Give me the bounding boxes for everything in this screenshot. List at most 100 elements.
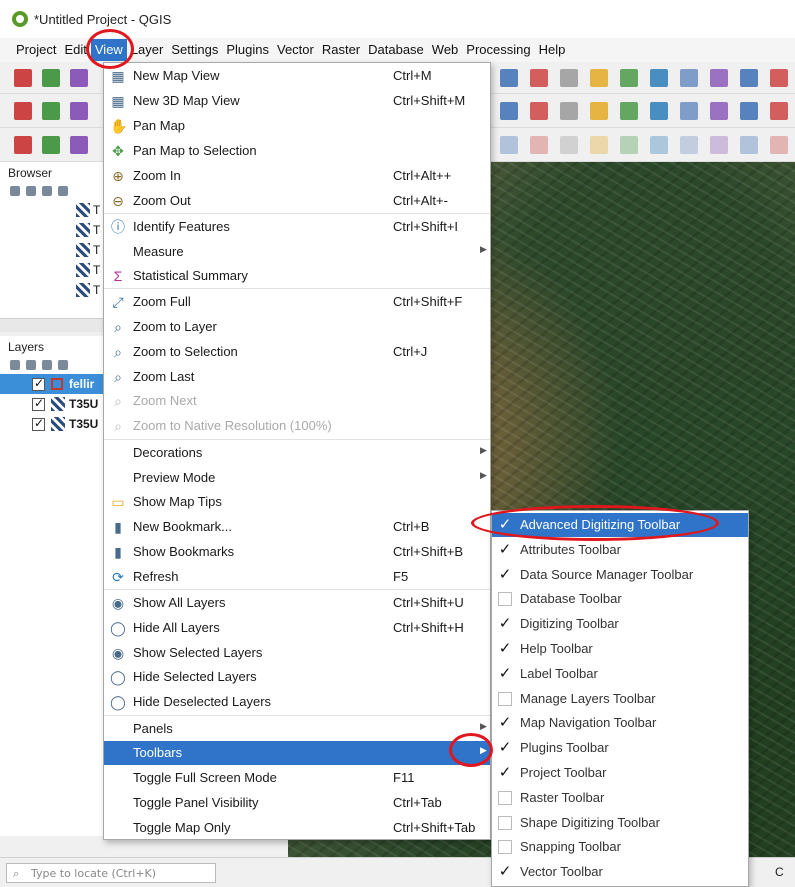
menu-web[interactable]: Web <box>428 39 463 61</box>
toolbar-toggle-database-toolbar[interactable]: Database Toolbar <box>492 587 748 611</box>
toolbar-checkbox[interactable]: ✓ <box>498 765 512 780</box>
toolbar-button-icon[interactable] <box>620 136 638 154</box>
toolbar-button-icon[interactable] <box>740 69 758 87</box>
toolbar-button-icon[interactable] <box>710 136 728 154</box>
view-menu-item-zoom-full[interactable]: ⤢ Zoom Full Ctrl+Shift+F <box>104 290 490 314</box>
view-menu-item-toggle-panel-visibility[interactable]: Toggle Panel Visibility Ctrl+Tab <box>104 791 490 815</box>
toolbar-button-icon[interactable] <box>530 69 548 87</box>
toolbar-button-icon[interactable] <box>530 136 548 154</box>
toolbar-button-icon[interactable] <box>590 69 608 87</box>
view-menu-item-hide-selected-layers[interactable]: ◯ Hide Selected Layers <box>104 665 490 689</box>
toolbar-button-icon[interactable] <box>70 69 88 87</box>
view-menu-item-new-map-view[interactable]: ▦ New Map View Ctrl+M <box>104 64 490 88</box>
toolbar-button-icon[interactable] <box>650 136 668 154</box>
view-menu-item-zoom-to-layer[interactable]: ⌕ Zoom to Layer <box>104 315 490 339</box>
view-menu-item-new-3d-map-view[interactable]: ▦ New 3D Map View Ctrl+Shift+M <box>104 89 490 113</box>
view-menu-item-measure[interactable]: Measure ▶ <box>104 240 490 264</box>
browser-tree-item[interactable]: T <box>0 240 104 260</box>
view-menu-item-show-bookmarks[interactable]: ▮ Show Bookmarks Ctrl+Shift+B <box>104 540 490 564</box>
menu-settings[interactable]: Settings <box>167 39 222 61</box>
toolbar-toggle-project-toolbar[interactable]: ✓ Project Toolbar <box>492 761 748 785</box>
layer-visibility-checkbox[interactable] <box>32 376 45 391</box>
visibility-icon[interactable] <box>42 360 52 370</box>
layer-row[interactable]: T35U <box>0 414 104 434</box>
view-menu-item-toggle-map-only[interactable]: Toggle Map Only Ctrl+Shift+Tab <box>104 816 490 840</box>
view-menu-item-new-bookmark[interactable]: ▮ New Bookmark... Ctrl+B <box>104 515 490 539</box>
view-menu-item-show-all-layers[interactable]: ◉ Show All Layers Ctrl+Shift+U <box>104 591 490 615</box>
menu-raster[interactable]: Raster <box>318 39 364 61</box>
view-menu-item-pan-map[interactable]: ✋ Pan Map <box>104 114 490 138</box>
toolbar-button-icon[interactable] <box>770 136 788 154</box>
toolbar-button-icon[interactable] <box>70 102 88 120</box>
view-menu-item-refresh[interactable]: ⟳ Refresh F5 <box>104 565 490 589</box>
menu-help[interactable]: Help <box>535 39 570 61</box>
view-menu-item-decorations[interactable]: Decorations ▶ <box>104 441 490 465</box>
view-menu-item-zoom-to-selection[interactable]: ⌕ Zoom to Selection Ctrl+J <box>104 340 490 364</box>
toolbar-button-icon[interactable] <box>42 69 60 87</box>
toolbar-button-icon[interactable] <box>620 69 638 87</box>
toolbar-checkbox[interactable] <box>498 592 512 607</box>
toolbar-checkbox[interactable] <box>498 840 512 855</box>
toolbar-checkbox[interactable] <box>498 790 512 805</box>
browser-tree-item[interactable]: T <box>0 280 104 300</box>
view-menu-item-identify-features[interactable]: ⓘ Identify Features Ctrl+Shift+I <box>104 215 490 239</box>
add-group-icon[interactable] <box>26 360 36 370</box>
toolbar-button-icon[interactable] <box>530 102 548 120</box>
toolbar-button-icon[interactable] <box>650 69 668 87</box>
view-menu-item-show-map-tips[interactable]: ▭ Show Map Tips <box>104 490 490 514</box>
toolbar-toggle-help-toolbar[interactable]: ✓ Help Toolbar <box>492 637 748 661</box>
view-menu-item-toggle-full-screen-mode[interactable]: Toggle Full Screen Mode F11 <box>104 766 490 790</box>
view-menu-item-zoom-last[interactable]: ⌕ Zoom Last <box>104 365 490 389</box>
menu-plugins[interactable]: Plugins <box>222 39 273 61</box>
toolbar-button-icon[interactable] <box>70 136 88 154</box>
view-menu-item-zoom-in[interactable]: ⊕ Zoom In Ctrl+Alt++ <box>104 164 490 188</box>
toolbar-button-icon[interactable] <box>560 69 578 87</box>
collapse-icon[interactable] <box>58 186 68 196</box>
menu-database[interactable]: Database <box>364 39 428 61</box>
toolbar-toggle-raster-toolbar[interactable]: Raster Toolbar <box>492 786 748 810</box>
add-icon[interactable] <box>10 186 20 196</box>
menu-vector[interactable]: Vector <box>273 39 318 61</box>
refresh-icon[interactable] <box>26 186 36 196</box>
toolbar-toggle-map-navigation-toolbar[interactable]: ✓ Map Navigation Toolbar <box>492 711 748 735</box>
toolbar-button-icon[interactable] <box>500 69 518 87</box>
toolbar-checkbox[interactable]: ✓ <box>498 864 512 879</box>
view-menu-item-show-selected-layers[interactable]: ◉ Show Selected Layers <box>104 641 490 665</box>
locator-search-input[interactable]: ⌕ Type to locate (Ctrl+K) <box>6 863 216 883</box>
toolbar-toggle-plugins-toolbar[interactable]: ✓ Plugins Toolbar <box>492 736 748 760</box>
toolbar-button-icon[interactable] <box>500 102 518 120</box>
view-menu-item-toolbars[interactable]: Toolbars ▶ <box>104 741 490 765</box>
filter-icon[interactable] <box>58 360 68 370</box>
view-menu-item-panels[interactable]: Panels ▶ <box>104 717 490 741</box>
toolbar-checkbox[interactable]: ✓ <box>498 641 512 656</box>
toolbar-button-icon[interactable] <box>14 136 32 154</box>
toolbar-toggle-digitizing-toolbar[interactable]: ✓ Digitizing Toolbar <box>492 612 748 636</box>
toolbar-checkbox[interactable]: ✓ <box>498 616 512 631</box>
layer-row[interactable]: fellir <box>0 374 104 394</box>
toolbar-checkbox[interactable] <box>498 815 512 830</box>
toolbar-button-icon[interactable] <box>680 136 698 154</box>
toolbar-checkbox[interactable]: ✓ <box>498 740 512 755</box>
toolbar-button-icon[interactable] <box>42 102 60 120</box>
toolbar-toggle-manage-layers-toolbar[interactable]: Manage Layers Toolbar <box>492 687 748 711</box>
toolbar-button-icon[interactable] <box>590 136 608 154</box>
toolbar-button-icon[interactable] <box>710 102 728 120</box>
toolbar-button-icon[interactable] <box>650 102 668 120</box>
layer-visibility-checkbox[interactable] <box>32 416 45 431</box>
toolbar-toggle-label-toolbar[interactable]: ✓ Label Toolbar <box>492 662 748 686</box>
view-menu-item-statistical-summary[interactable]: Σ Statistical Summary <box>104 264 490 288</box>
toolbar-toggle-shape-digitizing-toolbar[interactable]: Shape Digitizing Toolbar <box>492 811 748 835</box>
toolbar-toggle-vector-toolbar[interactable]: ✓ Vector Toolbar <box>492 860 748 884</box>
view-menu-item-hide-all-layers[interactable]: ◯ Hide All Layers Ctrl+Shift+H <box>104 616 490 640</box>
horizontal-scrollbar[interactable] <box>0 318 105 332</box>
browser-tree-item[interactable]: T <box>0 260 104 280</box>
view-menu-item-preview-mode[interactable]: Preview Mode ▶ <box>104 466 490 490</box>
toolbar-button-icon[interactable] <box>14 69 32 87</box>
layer-row[interactable]: T35U <box>0 394 104 414</box>
view-menu-item-pan-map-to-selection[interactable]: ✥ Pan Map to Selection <box>104 139 490 163</box>
toolbar-checkbox[interactable]: ✓ <box>498 666 512 681</box>
toolbar-button-icon[interactable] <box>560 136 578 154</box>
view-menu-item-hide-deselected-layers[interactable]: ◯ Hide Deselected Layers <box>104 690 490 714</box>
toolbar-toggle-attributes-toolbar[interactable]: ✓ Attributes Toolbar <box>492 538 748 562</box>
toolbar-button-icon[interactable] <box>740 102 758 120</box>
